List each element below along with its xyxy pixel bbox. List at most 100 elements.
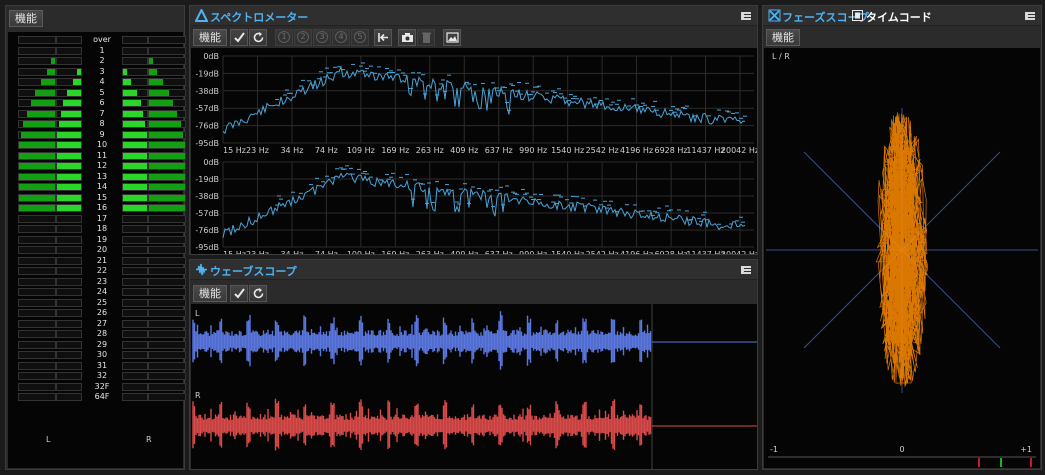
meter-segment xyxy=(18,172,56,181)
refresh-button[interactable] xyxy=(249,29,267,46)
meter-segment-fill xyxy=(149,79,163,85)
correlation-tick-label: -1 xyxy=(770,445,778,454)
phasescope-menu-icon[interactable] xyxy=(1025,12,1035,20)
meter-segment xyxy=(148,109,186,118)
freq-tick-label: 4196 Hz xyxy=(620,250,653,254)
tab-timecode[interactable]: タイムコード xyxy=(866,9,932,25)
freq-tick-label: 169 Hz xyxy=(381,250,409,254)
meter-row: 22 xyxy=(18,266,186,276)
meter-segment xyxy=(18,183,56,191)
meter-segment xyxy=(122,151,148,160)
spectrum-graph-area: 0dB -19dB -38dB -57dB -76dB -95dB 15 Hz 23 Hz 34… xyxy=(191,48,759,259)
meter-area: over 1 2 3 4 5 6 7 8 9 10 11 12 13 14 15 16 17 18 19 20 21 22 2… xyxy=(8,32,186,468)
wavescope-check-button[interactable] xyxy=(230,285,248,302)
meter-segment-fill xyxy=(123,152,147,159)
freq-tick-label: 2542 Hz xyxy=(586,250,619,254)
waveform-trace xyxy=(192,311,652,370)
meter-segment-fill xyxy=(149,163,185,169)
db-tick-label: -19dB xyxy=(195,175,219,184)
waveform-display: LR xyxy=(192,304,757,469)
check-icon xyxy=(234,32,245,43)
meter-row: 11 xyxy=(18,151,186,161)
db-tick-label: 0dB xyxy=(203,158,219,167)
spectrum-function-button[interactable]: 機能 xyxy=(193,29,227,46)
meter-segment-fill xyxy=(123,173,147,180)
meter-row: 21 xyxy=(18,256,186,266)
meter-segment xyxy=(148,372,186,380)
snapshot-button[interactable] xyxy=(398,29,416,46)
meter-segment xyxy=(56,361,82,370)
meter-segment xyxy=(148,351,186,359)
phasescope-graph-area: L / R -1 0 +1 xyxy=(764,48,1040,468)
meter-segment xyxy=(56,46,82,55)
preset-5-button[interactable]: 5 xyxy=(351,29,369,46)
meter-segment xyxy=(56,214,82,223)
correlation-marker xyxy=(1030,458,1032,467)
meter-segment-fill xyxy=(73,79,81,85)
meter-segment xyxy=(56,204,82,212)
freq-tick-label: 637 Hz xyxy=(485,250,513,254)
freq-tick-label: 6928 Hz xyxy=(655,250,688,254)
freq-tick-label: 990 Hz xyxy=(519,250,547,254)
meter-row: 13 xyxy=(18,172,186,182)
phase-trace xyxy=(875,112,928,387)
meter-segment xyxy=(122,36,148,44)
level-meter-panel: 機能 over 1 2 3 4 5 6 7 8 9 10 11 12 13 14 15 16 17 18 19 20 21… xyxy=(5,5,186,470)
meter-segment xyxy=(148,141,186,149)
meter-segment xyxy=(18,235,56,244)
meter-segment xyxy=(148,225,186,233)
meter-segment xyxy=(148,319,186,328)
meter-segment xyxy=(148,361,186,370)
freq-tick-label: 1540 Hz xyxy=(551,146,584,155)
meter-function-button[interactable]: 機能 xyxy=(9,10,43,27)
go-to-start-button[interactable] xyxy=(374,29,392,46)
go-to-start-icon xyxy=(378,33,388,42)
phasescope-function-button[interactable]: 機能 xyxy=(766,29,800,46)
meter-segment xyxy=(148,151,186,160)
meter-segment xyxy=(122,277,148,286)
freq-tick-label: 11437 Hz xyxy=(686,146,724,155)
meter-row: 31 xyxy=(18,361,186,371)
preset-4-button[interactable]: 4 xyxy=(332,29,350,46)
meter-segment xyxy=(56,319,82,328)
wavescope-menu-icon[interactable] xyxy=(741,266,751,274)
meter-segment xyxy=(56,151,82,160)
check-button[interactable] xyxy=(230,29,248,46)
meter-segment xyxy=(122,109,148,118)
image-button[interactable] xyxy=(443,29,461,46)
meter-segment-fill xyxy=(27,110,55,117)
meter-segment-fill xyxy=(149,121,181,127)
spectrum-curve xyxy=(222,65,746,135)
meter-segment xyxy=(18,256,56,265)
meter-row: 32 xyxy=(18,371,186,381)
preset-2-button[interactable]: 2 xyxy=(294,29,312,46)
db-tick-label: -76dB xyxy=(195,226,219,235)
meter-segment xyxy=(18,330,56,338)
meter-segment-fill xyxy=(41,79,55,85)
db-tick-label: -38dB xyxy=(195,192,219,201)
freq-tick-label: 263 Hz xyxy=(416,250,444,254)
meter-segment xyxy=(122,193,148,202)
freq-tick-label: 34 Hz xyxy=(280,250,303,254)
preset-1-button[interactable]: 1 xyxy=(275,29,293,46)
meter-segment xyxy=(18,109,56,118)
wavescope-function-button[interactable]: 機能 xyxy=(193,285,227,302)
meter-segment-fill xyxy=(19,184,55,190)
meter-segment xyxy=(122,130,148,139)
meter-segment-fill xyxy=(149,194,185,201)
meter-segment xyxy=(122,288,148,296)
meter-segment-fill xyxy=(35,89,55,96)
check-icon xyxy=(234,288,245,299)
spectrum-menu-icon[interactable] xyxy=(741,12,751,20)
meter-segment-fill xyxy=(123,131,147,138)
wavescope-titlebar: ウェーブスコープ xyxy=(190,260,757,280)
preset-3-button[interactable]: 3 xyxy=(313,29,331,46)
wavescope-refresh-button[interactable] xyxy=(249,285,267,302)
meter-segment-fill xyxy=(47,68,55,75)
meter-segment xyxy=(122,309,148,317)
preset-number-label: 1 xyxy=(278,31,290,43)
meter-segment xyxy=(148,340,186,349)
freq-tick-label: 15 Hz xyxy=(223,250,246,254)
meter-segment xyxy=(122,393,148,401)
delete-snapshot-button[interactable] xyxy=(417,29,435,46)
